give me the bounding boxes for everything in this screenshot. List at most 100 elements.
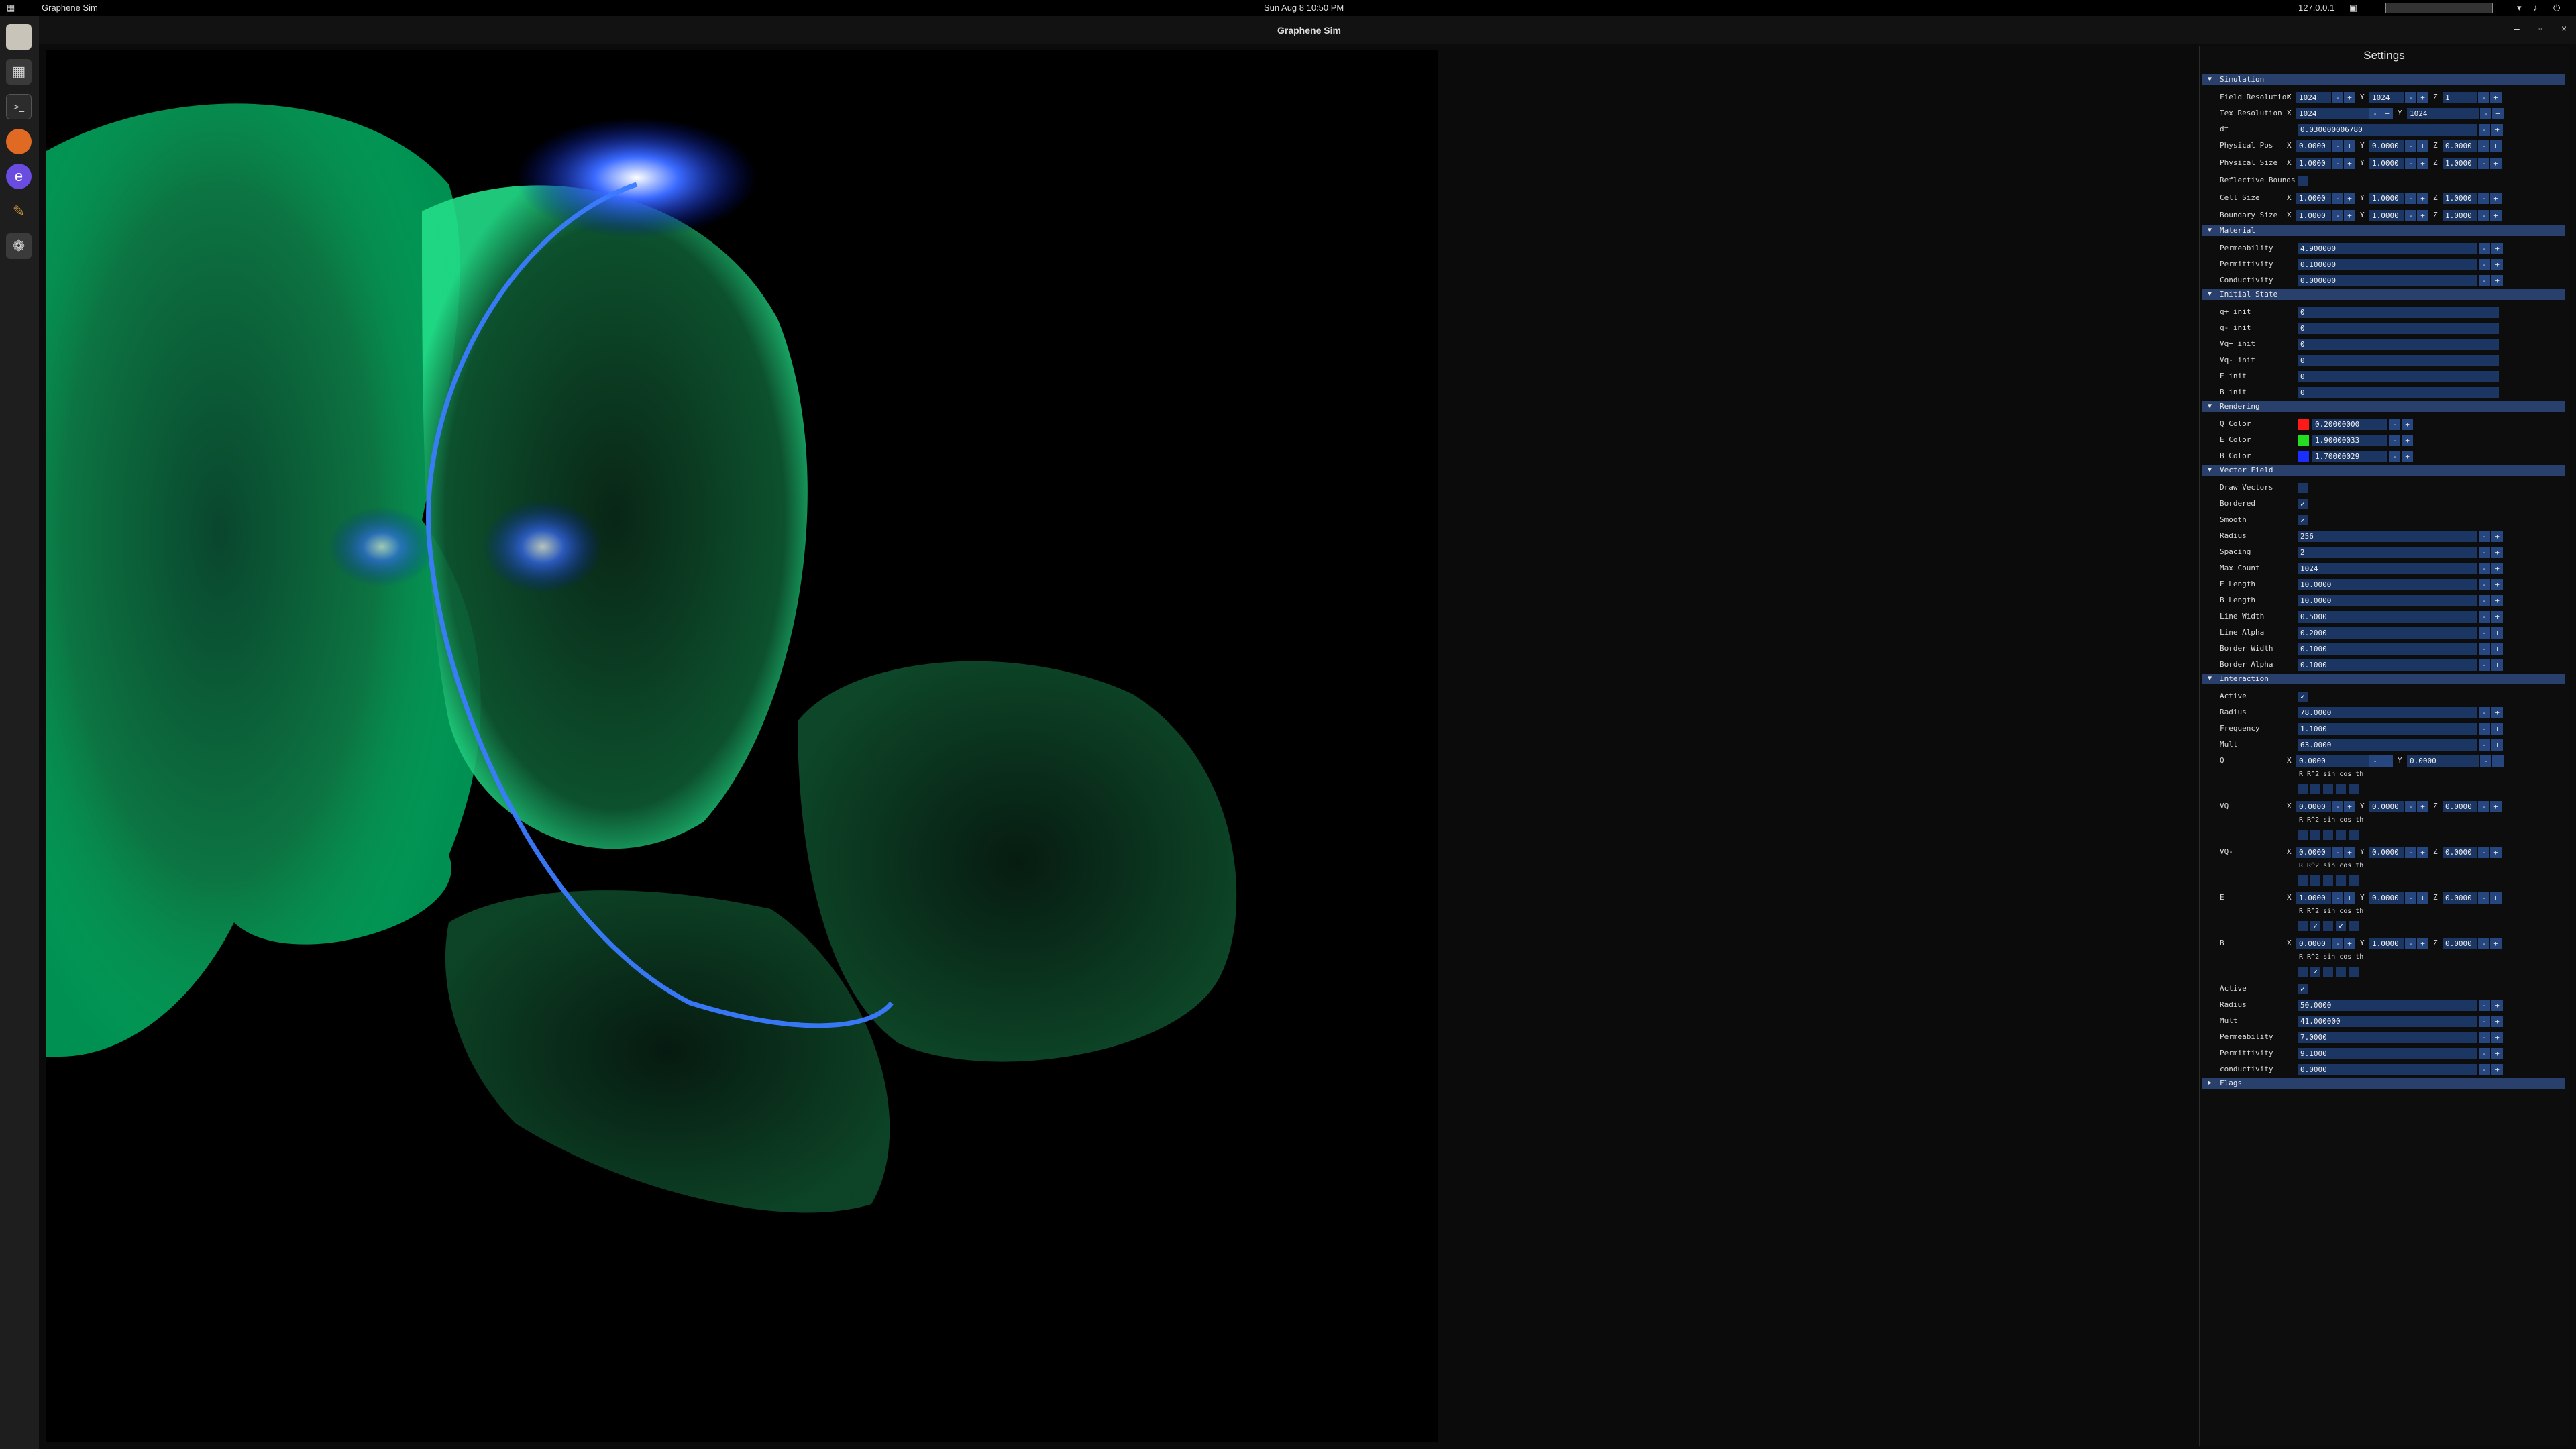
ia-mult-increment-button[interactable]: + (2491, 739, 2503, 751)
e-color-swatch[interactable] (2298, 435, 2309, 446)
ia-e-z-field[interactable]: 0.0000 (2443, 892, 2477, 904)
e-color-field[interactable]: 1.90000033 (2312, 435, 2387, 446)
vf-border-width-field[interactable]: 0.1000 (2298, 643, 2477, 655)
flag-checkbox[interactable] (2349, 875, 2359, 885)
e-color-increment-button[interactable]: + (2402, 435, 2413, 446)
cell-size-z-field[interactable]: 1.0000 (2443, 193, 2477, 204)
b-color-field[interactable]: 1.70000029 (2312, 451, 2387, 462)
flag-checkbox[interactable] (2298, 875, 2308, 885)
ia-e-z-increment-button[interactable]: + (2490, 892, 2502, 904)
maximize-button[interactable]: ▫ (2538, 23, 2542, 34)
vf-e-length-field[interactable]: 10.0000 (2298, 579, 2477, 590)
vf-line-width-increment-button[interactable]: + (2491, 611, 2503, 623)
flag-checkbox[interactable]: ✓ (2310, 921, 2320, 931)
network-icon[interactable]: ▾ (2517, 0, 2522, 16)
ia-radius-increment-button[interactable]: + (2491, 707, 2503, 718)
ia-frequency-increment-button[interactable]: + (2491, 723, 2503, 735)
flag-checkbox[interactable] (2323, 875, 2333, 885)
physical-size-x-decrement-button[interactable]: - (2332, 158, 2343, 169)
dt-decrement-button[interactable]: - (2479, 124, 2490, 136)
ia-b-x-field[interactable]: 0.0000 (2296, 938, 2331, 949)
flag-checkbox[interactable] (2323, 830, 2333, 840)
vf-line-alpha-decrement-button[interactable]: - (2479, 627, 2490, 639)
field-resolution-x-decrement-button[interactable]: - (2332, 92, 2343, 103)
tex-resolution-y-decrement-button[interactable]: - (2480, 108, 2491, 119)
field-resolution-z-field[interactable]: 1 (2443, 92, 2477, 103)
vf-border-alpha-decrement-button[interactable]: - (2479, 659, 2490, 671)
vf-line-alpha-increment-button[interactable]: + (2491, 627, 2503, 639)
vf-radius-increment-button[interactable]: + (2491, 531, 2503, 542)
ia-radius-decrement-button[interactable]: - (2479, 707, 2490, 718)
permittivity-field[interactable]: 0.100000 (2298, 259, 2477, 270)
ia-q-y-decrement-button[interactable]: - (2480, 755, 2491, 767)
cell-size-x-increment-button[interactable]: + (2344, 193, 2355, 204)
permittivity-decrement-button[interactable]: - (2479, 259, 2490, 270)
ia-b-z-field[interactable]: 0.0000 (2443, 938, 2477, 949)
physical-size-x-increment-button[interactable]: + (2344, 158, 2355, 169)
workspace-switcher[interactable] (2385, 3, 2493, 13)
ia-b-y-increment-button[interactable]: + (2417, 938, 2428, 949)
ia-e-x-field[interactable]: 1.0000 (2296, 892, 2331, 904)
boundary-size-y-decrement-button[interactable]: - (2405, 210, 2416, 221)
graphene-sim-icon[interactable]: ❁ (6, 233, 32, 259)
conductivity-increment-button[interactable]: + (2491, 275, 2503, 286)
q-color-swatch[interactable] (2298, 419, 2309, 430)
gimp-icon[interactable]: ✎ (6, 199, 32, 224)
ia-vqp-y-decrement-button[interactable]: - (2405, 801, 2416, 812)
m-permeability-increment-button[interactable]: + (2491, 1032, 2503, 1043)
section-header-rendering[interactable]: ▼ Rendering (2202, 401, 2565, 412)
conductivity-decrement-button[interactable]: - (2479, 275, 2490, 286)
boundary-size-x-decrement-button[interactable]: - (2332, 210, 2343, 221)
physical-pos-x-decrement-button[interactable]: - (2332, 140, 2343, 152)
dt-field[interactable]: 0.030000006780 (2298, 124, 2477, 136)
field-resolution-y-decrement-button[interactable]: - (2405, 92, 2416, 103)
flag-checkbox[interactable] (2349, 921, 2359, 931)
ia-mult-field[interactable]: 63.0000 (2298, 739, 2477, 751)
ia-vqp-x-field[interactable]: 0.0000 (2296, 801, 2331, 812)
cell-size-x-field[interactable]: 1.0000 (2296, 193, 2331, 204)
flag-checkbox[interactable] (2310, 875, 2320, 885)
ia-vqm-z-field[interactable]: 0.0000 (2443, 847, 2477, 858)
ia-vqp-x-increment-button[interactable]: + (2344, 801, 2355, 812)
b-color-decrement-button[interactable]: - (2389, 451, 2400, 462)
permittivity-increment-button[interactable]: + (2491, 259, 2503, 270)
ia-vqm-x-field[interactable]: 0.0000 (2296, 847, 2331, 858)
vf-border-alpha-field[interactable]: 0.1000 (2298, 659, 2477, 671)
m-mult-increment-button[interactable]: + (2491, 1016, 2503, 1027)
m-radius-decrement-button[interactable]: - (2479, 1000, 2490, 1011)
tex-resolution-y-increment-button[interactable]: + (2492, 108, 2504, 119)
ia-e-x-increment-button[interactable]: + (2344, 892, 2355, 904)
cell-size-y-field[interactable]: 1.0000 (2369, 193, 2404, 204)
field-resolution-x-field[interactable]: 1024 (2296, 92, 2331, 103)
e-init-field[interactable]: 0 (2298, 371, 2499, 382)
ia-e-y-decrement-button[interactable]: - (2405, 892, 2416, 904)
boundary-size-y-increment-button[interactable]: + (2417, 210, 2428, 221)
boundary-size-y-field[interactable]: 1.0000 (2369, 210, 2404, 221)
tex-resolution-x-decrement-button[interactable]: - (2369, 108, 2381, 119)
ia-e-y-increment-button[interactable]: + (2417, 892, 2428, 904)
m-permittivity-decrement-button[interactable]: - (2479, 1048, 2490, 1059)
ia-vqm-y-increment-button[interactable]: + (2417, 847, 2428, 858)
m-conductivity-increment-button[interactable]: + (2491, 1064, 2503, 1075)
physical-pos-y-decrement-button[interactable]: - (2405, 140, 2416, 152)
flag-checkbox[interactable] (2349, 830, 2359, 840)
flag-checkbox[interactable] (2336, 967, 2346, 977)
ia-b-x-increment-button[interactable]: + (2344, 938, 2355, 949)
physical-size-y-increment-button[interactable]: + (2417, 158, 2428, 169)
ia-vqm-z-increment-button[interactable]: + (2490, 847, 2502, 858)
physical-size-y-decrement-button[interactable]: - (2405, 158, 2416, 169)
tex-resolution-x-field[interactable]: 1024 (2296, 108, 2369, 119)
physical-size-z-decrement-button[interactable]: - (2478, 158, 2489, 169)
clock[interactable]: Sun Aug 8 10:50 PM (1264, 0, 1344, 16)
flag-checkbox[interactable] (2298, 830, 2308, 840)
m-mult-field[interactable]: 41.000000 (2298, 1016, 2477, 1027)
ia-vqm-z-decrement-button[interactable]: - (2478, 847, 2489, 858)
ia-e-y-field[interactable]: 0.0000 (2369, 892, 2404, 904)
physical-size-x-field[interactable]: 1.0000 (2296, 158, 2331, 169)
ia-q-x-field[interactable]: 0.0000 (2296, 755, 2369, 767)
physical-size-y-field[interactable]: 1.0000 (2369, 158, 2404, 169)
cell-size-x-decrement-button[interactable]: - (2332, 193, 2343, 204)
minimize-button[interactable]: – (2514, 23, 2520, 34)
vf-max-count-increment-button[interactable]: + (2491, 563, 2503, 574)
vf-e-length-decrement-button[interactable]: - (2479, 579, 2490, 590)
